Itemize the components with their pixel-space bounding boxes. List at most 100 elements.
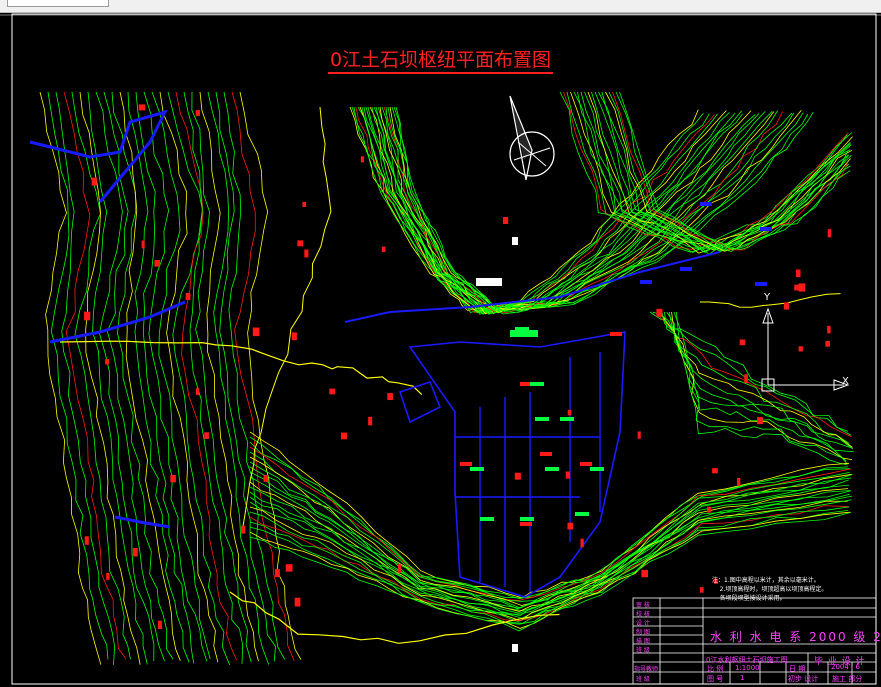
elevation-marker bbox=[503, 216, 509, 224]
feature-tag bbox=[755, 282, 767, 286]
road-line bbox=[241, 106, 332, 533]
north-arrow-icon bbox=[509, 95, 555, 181]
elevation-marker bbox=[141, 240, 145, 249]
feature-tag bbox=[700, 202, 712, 206]
elevation-marker bbox=[240, 525, 246, 534]
note-line-1: 注：1.图中高程以米计，其余以毫米计。 bbox=[712, 577, 820, 584]
elevation-marker bbox=[580, 538, 584, 548]
feature-tag bbox=[610, 332, 622, 336]
elevation-marker bbox=[195, 388, 200, 395]
section-marker bbox=[512, 644, 518, 652]
elevation-marker bbox=[274, 569, 280, 578]
tb-role-4: 制 图 bbox=[636, 629, 650, 636]
dam-body-outline bbox=[408, 331, 626, 598]
contour-line bbox=[573, 91, 851, 251]
contour-line bbox=[249, 431, 850, 599]
feature-tag bbox=[540, 452, 552, 456]
label-tag bbox=[530, 382, 544, 386]
elevation-marker bbox=[138, 104, 146, 111]
tb-date-value: 2004 . 6 bbox=[831, 663, 860, 671]
elevation-marker bbox=[825, 340, 831, 347]
label-tag bbox=[535, 417, 549, 421]
feature-tag bbox=[460, 462, 472, 466]
feature-tag bbox=[680, 267, 692, 271]
elevation-marker bbox=[204, 432, 209, 439]
road-line bbox=[700, 293, 841, 308]
tb-stage-label: 施工 部分 bbox=[832, 675, 863, 683]
contour-line bbox=[357, 106, 718, 314]
elevation-marker bbox=[304, 249, 309, 258]
label-tag bbox=[470, 467, 484, 471]
drawing-tab[interactable] bbox=[7, 0, 109, 7]
note-line-3: 各坝段坝型按设计采用。 bbox=[712, 595, 786, 602]
elevation-marker bbox=[291, 332, 297, 341]
elevation-marker bbox=[737, 478, 741, 486]
elevation-marker bbox=[360, 156, 365, 163]
axis-x-label: X bbox=[842, 376, 849, 387]
contour-line bbox=[215, 91, 276, 662]
elevation-marker bbox=[739, 339, 746, 346]
elevation-marker bbox=[105, 358, 110, 365]
label-tag bbox=[590, 467, 604, 471]
section-label-box bbox=[510, 330, 538, 337]
elevation-marker bbox=[340, 432, 347, 440]
tb-scale-label: 比 例 bbox=[707, 665, 724, 673]
label-tag bbox=[480, 517, 494, 521]
elevation-marker bbox=[641, 569, 648, 578]
tb-role-8: 班 级 bbox=[636, 676, 650, 683]
tb-role-3: 设 计 bbox=[636, 620, 650, 627]
diversion-tunnel bbox=[344, 251, 721, 323]
feature-tag bbox=[520, 522, 532, 526]
elevation-marker bbox=[637, 431, 641, 439]
tb-sheet-label: 图 号 bbox=[707, 675, 724, 683]
axis-y-label: Y bbox=[764, 292, 771, 303]
contour-line bbox=[95, 91, 155, 662]
elevation-marker bbox=[285, 564, 293, 572]
elevation-marker bbox=[398, 563, 402, 573]
feature-tag bbox=[580, 462, 592, 466]
elevation-marker bbox=[744, 374, 748, 383]
contour-line bbox=[151, 91, 211, 660]
tb-date-label: 日 期 bbox=[789, 665, 806, 673]
contour-line bbox=[159, 91, 219, 663]
feature-tag bbox=[760, 227, 772, 231]
elevation-marker bbox=[798, 346, 803, 352]
elevation-marker bbox=[185, 293, 191, 300]
ucs-axis-icon bbox=[761, 307, 850, 392]
elevation-marker bbox=[565, 471, 571, 479]
elevation-marker bbox=[294, 597, 301, 607]
note-line-2: 2.坝顶高程时，坝顶超高以坝顶高程定。 bbox=[712, 586, 828, 593]
contour-line bbox=[563, 91, 849, 250]
elevation-marker bbox=[567, 522, 574, 530]
elevation-marker bbox=[796, 269, 801, 278]
road-line bbox=[59, 340, 423, 396]
label-tag bbox=[520, 517, 534, 521]
elevation-marker bbox=[707, 506, 711, 513]
elevation-marker bbox=[712, 468, 718, 474]
elevation-marker bbox=[567, 409, 572, 416]
elevation-marker bbox=[368, 416, 373, 426]
contour-line bbox=[353, 106, 710, 313]
elevation-marker bbox=[252, 327, 260, 337]
elevation-marker bbox=[656, 308, 663, 317]
feature-tag bbox=[640, 280, 652, 284]
elevation-marker bbox=[387, 393, 393, 401]
contour-line bbox=[661, 311, 854, 450]
label-tag bbox=[575, 512, 589, 516]
tb-role-1: 审 核 bbox=[636, 602, 650, 609]
elevation-marker bbox=[329, 388, 336, 395]
elevation-marker bbox=[170, 474, 176, 483]
tb-role-6: 班 级 bbox=[636, 647, 650, 654]
cad-drawing-canvas[interactable]: 0江土石坝枢纽平面布置图 注：1.图中高程以米计，其余以毫米计。 2.坝顶高程时… bbox=[0, 12, 881, 687]
elevation-marker bbox=[263, 475, 268, 482]
drawing-notes: 注：1.图中高程以米计，其余以毫米计。 2.坝顶高程时，坝顶超高以坝顶高程定。 … bbox=[712, 576, 827, 603]
elevation-marker bbox=[106, 573, 110, 580]
elevation-marker bbox=[699, 587, 704, 593]
section-label-box bbox=[476, 278, 502, 286]
elevation-marker bbox=[783, 302, 789, 310]
tb-role-7: 指导教师 bbox=[634, 666, 659, 673]
tb-scale-value: 1:1000 bbox=[735, 664, 760, 672]
elevation-marker bbox=[132, 547, 138, 557]
tb-class-header: 水 利 水 电 系 2000 级 2 班 bbox=[710, 630, 881, 644]
elevation-marker bbox=[297, 240, 304, 247]
